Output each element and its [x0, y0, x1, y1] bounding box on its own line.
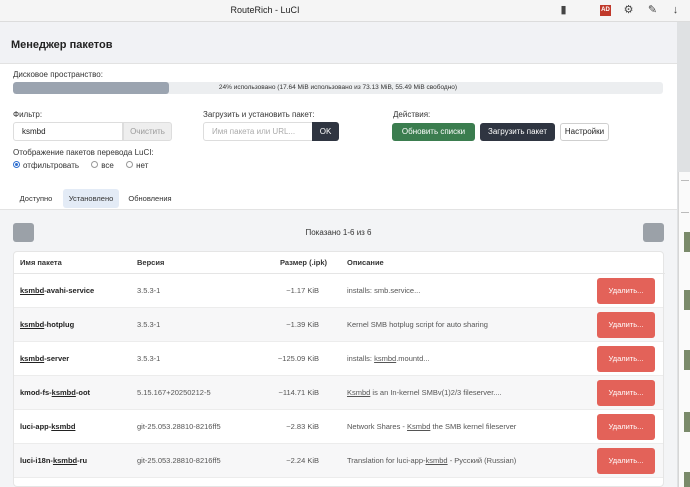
package-version: 3.5.3-1	[137, 320, 161, 329]
filter-label: Фильтр:	[13, 110, 43, 119]
remove-package-button[interactable]: Удалить...	[597, 346, 655, 372]
modal-header: Менеджер пакетов	[0, 22, 677, 64]
package-version: 3.5.3-1	[137, 354, 161, 363]
chat-icon[interactable]: ✎	[646, 4, 659, 17]
radio-icon[interactable]	[91, 161, 99, 169]
package-size: ~1.39 KiB	[286, 320, 319, 329]
column-header-version: Версия	[137, 258, 165, 267]
radio-option-label: все	[101, 161, 114, 170]
filter-match: ksmbd	[51, 388, 76, 397]
filter-match: ksmbd	[20, 320, 45, 329]
package-manager-modal: Менеджер пакетов Дисковое пространство: …	[0, 22, 677, 487]
filter-input[interactable]: ksmbd	[13, 122, 123, 141]
window-title: RouteRich - LuCI	[230, 5, 300, 15]
package-size: ~2.24 KiB	[286, 456, 319, 465]
package-name: kmod-fs-ksmbd-oot	[20, 388, 91, 397]
package-list-area: Показано 1-6 из 6 Имя пакета Версия Разм…	[0, 210, 677, 487]
radio-option-label: нет	[136, 161, 149, 170]
radio-option-label: отфильтровать	[23, 161, 80, 170]
background-thumb	[684, 472, 690, 487]
radio-option-all[interactable]: все	[91, 161, 114, 170]
packages-table: Имя пакета Версия Размер (.ipk) Описание…	[13, 251, 665, 487]
filter-match: Ksmbd	[407, 422, 431, 431]
table-row: luci-app-ksmbd git-25.053.28810-8216ff5 ~2…	[14, 410, 663, 444]
package-name: luci-i18n-ksmbd-ru	[20, 456, 88, 465]
column-header-description: Описание	[347, 258, 384, 267]
radio-checked-icon[interactable]	[13, 161, 20, 169]
package-name: ksmbd-server	[20, 354, 70, 363]
package-description: Ksmbd is an In-kernel SMBv(1)2/3 fileser…	[347, 388, 502, 397]
disk-space-label: Дисковое пространство:	[13, 70, 103, 79]
package-url-input[interactable]: Имя пакета или URL...	[203, 122, 313, 141]
disk-usage-bar: 24% использовано (17.64 MiB использовано…	[13, 82, 663, 94]
remove-package-button[interactable]: Удалить...	[597, 414, 655, 440]
tab-updates[interactable]: Обновления	[122, 189, 178, 208]
background-tick	[681, 180, 689, 181]
table-row: kmod-fs-ksmbd-oot 5.15.167+20250212-5 ~114…	[14, 376, 663, 410]
translation-display-label: Отображение пакетов перевода LuCI:	[13, 148, 154, 157]
actions-label: Действия:	[393, 110, 431, 119]
bookmark-icon[interactable]: ▮	[557, 4, 570, 17]
filter-match: ksmbd	[374, 354, 397, 363]
package-name: ksmbd-hotplug	[20, 320, 75, 329]
modal-title: Менеджер пакетов	[11, 39, 113, 51]
radio-icon[interactable]	[126, 161, 134, 169]
background-thumb	[684, 232, 690, 252]
package-version: git-25.053.28810-8216ff5	[137, 422, 221, 431]
package-description: Network Shares - Ksmbd the SMB kernel fi…	[347, 422, 517, 431]
background-thumb	[684, 290, 690, 310]
clear-filter-button[interactable]: Очистить	[123, 122, 172, 141]
package-description: installs: ksmbd.mountd...	[347, 354, 430, 363]
table-row: ksmbd-avahi-service 3.5.3-1 ~1.17 KiB insta…	[14, 274, 663, 308]
settings-button[interactable]: Настройки	[560, 123, 609, 141]
remove-package-button[interactable]: Удалить...	[597, 380, 655, 406]
install-ok-button[interactable]: OK	[312, 122, 339, 141]
next-page-button[interactable]	[643, 223, 664, 242]
remove-package-button[interactable]: Удалить...	[597, 312, 655, 338]
package-description: installs: smb.service...	[347, 286, 421, 295]
filter-match: ksmbd	[20, 286, 45, 295]
column-header-size: Размер (.ipk)	[280, 258, 328, 267]
background-page-edge	[678, 172, 690, 487]
filter-match: ksmbd	[20, 354, 45, 363]
upload-package-button[interactable]: Загрузить пакет	[480, 123, 555, 141]
package-size: ~114.71 KiB	[278, 388, 319, 397]
remove-package-button[interactable]: Удалить...	[597, 278, 655, 304]
tab-installed[interactable]: Установлено	[63, 189, 119, 208]
remove-package-button[interactable]: Удалить...	[597, 448, 655, 474]
table-row: ksmbd-server 3.5.3-1 ~125.09 KiB installs: …	[14, 342, 663, 376]
package-name: luci-app-ksmbd	[20, 422, 76, 431]
background-tick	[681, 212, 689, 213]
filter-match: ksmbd	[52, 456, 78, 465]
browser-toolbar: RouteRich - LuCI ▮ AD ⚙ ✎ ↓	[0, 0, 690, 22]
adblock-extension-icon[interactable]: AD	[600, 5, 611, 16]
table-row: luci-i18n-ksmbd-ru git-25.053.28810-8216f…	[14, 444, 663, 478]
disk-usage-text: 24% использовано (17.64 MiB использовано…	[218, 84, 458, 91]
package-description: Translation for luci-app-ksmbd - Русский…	[347, 456, 517, 465]
update-lists-button[interactable]: Обновить списки	[392, 123, 475, 141]
background-thumb	[684, 350, 690, 370]
download-icon[interactable]: ↓	[669, 4, 682, 17]
upload-install-label: Загрузить и установить пакет:	[203, 110, 315, 119]
package-size: ~125.09 KiB	[277, 354, 319, 363]
filter-match: ksmbd	[51, 422, 76, 431]
radio-option-none[interactable]: нет	[126, 161, 148, 170]
radio-option-filter[interactable]: отфильтровать	[13, 161, 79, 170]
package-size: ~2.83 KiB	[286, 422, 319, 431]
package-version: 5.15.167+20250212-5	[137, 388, 211, 397]
translation-radio-group: отфильтровать все нет	[13, 161, 158, 173]
tab-available[interactable]: Доступно	[13, 189, 59, 208]
puzzle-extension-icon[interactable]: ⚙	[622, 4, 635, 17]
pagination-status: Показано 1-6 из 6	[305, 228, 372, 237]
table-row: ksmbd-hotplug 3.5.3-1 ~1.39 KiB Kernel SMB …	[14, 308, 663, 342]
filter-match: ksmbd	[425, 456, 448, 465]
package-version: git-25.053.28810-8216ff5	[137, 456, 221, 465]
filter-match: Ksmbd	[347, 388, 371, 397]
package-description: Kernel SMB hotplug script for auto shari…	[347, 320, 488, 329]
package-name: ksmbd-avahi-service	[20, 286, 95, 295]
package-version: 3.5.3-1	[137, 286, 161, 295]
package-size: ~1.17 KiB	[286, 286, 319, 295]
column-header-name: Имя пакета	[20, 258, 62, 267]
background-thumb	[684, 412, 690, 432]
